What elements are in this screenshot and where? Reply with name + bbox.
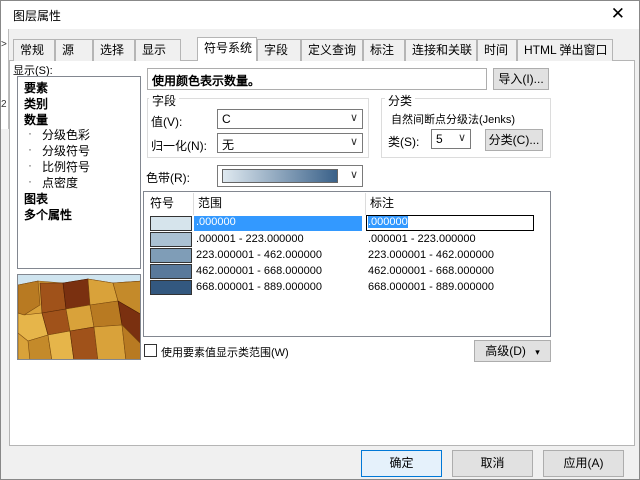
layer-properties-dialog: 图层属性 ✕ > 2 常规 源 选择 显示 符号系统 字段 定义查询 标注 连接… xyxy=(0,0,640,480)
tree-connector-icon: · xyxy=(28,126,32,140)
symbol-swatch[interactable] xyxy=(150,232,192,247)
tab-time[interactable]: 时间 xyxy=(477,39,517,61)
label-cell-text[interactable]: .000000 xyxy=(368,216,408,228)
column-header-symbol[interactable]: 符号 xyxy=(150,194,174,211)
tab-symbology[interactable]: 符号系统 xyxy=(197,37,257,62)
close-icon[interactable]: ✕ xyxy=(611,4,625,24)
title-bar: 图层属性 ✕ xyxy=(1,1,639,29)
chevron-down-icon: ∨ xyxy=(457,132,466,144)
tab-definition-query[interactable]: 定义查询 xyxy=(301,39,363,61)
renderer-tree: 要素 类别 数量 · 分级色彩 · 分级符号 · 比例符号 · 点密度 图表 多… xyxy=(17,76,141,269)
apply-button[interactable]: 应用(A) xyxy=(543,450,624,477)
value-field-select[interactable]: C ∨ xyxy=(217,109,363,129)
table-row[interactable]: 223.000001 - 462.000000 223.000001 - 462… xyxy=(144,248,550,264)
background-window-edge: > 2 xyxy=(1,29,9,129)
fields-group-label: 字段 xyxy=(149,92,180,109)
value-field-label: 值(V): xyxy=(151,115,183,129)
tree-item-categories[interactable]: 类别 xyxy=(24,95,48,112)
column-divider xyxy=(365,193,366,215)
tab-display[interactable]: 显示 xyxy=(135,39,181,61)
color-ramp-select[interactable]: ∨ xyxy=(217,165,363,187)
tab-html-popup[interactable]: HTML 弹出窗口 xyxy=(517,39,613,61)
value-field-value: C xyxy=(222,112,231,126)
tab-labels[interactable]: 标注 xyxy=(363,39,405,61)
show-class-ranges-checkbox[interactable] xyxy=(144,344,157,357)
classification-method: 自然间断点分级法(Jenks) xyxy=(391,114,516,126)
table-row[interactable]: .000001 - 223.000000 .000001 - 223.00000… xyxy=(144,232,550,248)
normalize-label: 归一化(N): xyxy=(151,139,207,153)
tree-connector-icon: · xyxy=(28,158,32,172)
symbol-swatch[interactable] xyxy=(150,264,192,279)
chevron-down-icon: ∨ xyxy=(349,169,358,181)
range-cell[interactable]: .000001 - 223.000000 xyxy=(196,233,304,245)
classification-group-label: 分类 xyxy=(385,92,416,109)
dropdown-arrow-icon: ▾ xyxy=(535,347,540,357)
tree-item-features[interactable]: 要素 xyxy=(24,79,48,96)
column-header-label[interactable]: 标注 xyxy=(370,194,394,211)
cancel-button[interactable]: 取消 xyxy=(452,450,533,477)
label-cell-editing[interactable]: .000000 xyxy=(366,215,534,231)
map-preview-graphic xyxy=(18,275,140,359)
tab-bar: 常规 源 选择 显示 符号系统 字段 定义查询 标注 连接和关联 时间 HTML… xyxy=(9,37,635,62)
import-button[interactable]: 导入(I)... xyxy=(493,68,549,90)
advanced-button[interactable]: 高级(D) ▾ xyxy=(474,340,551,362)
column-divider xyxy=(193,193,194,215)
tree-item-graduated-colors[interactable]: 分级色彩 xyxy=(42,126,90,143)
show-class-ranges-label: 使用要素值显示类范围(W) xyxy=(161,347,289,359)
range-cell[interactable]: .000000 xyxy=(194,216,362,231)
label-cell[interactable]: 223.000001 - 462.000000 xyxy=(368,249,494,261)
advanced-button-label: 高级(D) xyxy=(485,344,526,358)
ok-button[interactable]: 确定 xyxy=(361,450,442,477)
classes-value: 5 xyxy=(436,132,443,146)
tree-item-proportional-symbols[interactable]: 比例符号 xyxy=(42,158,90,175)
normalize-value: 无 xyxy=(222,138,235,152)
tree-connector-icon: · xyxy=(28,142,32,156)
label-cell[interactable]: 462.000001 - 668.000000 xyxy=(368,265,494,277)
tab-joins-relates[interactable]: 连接和关联 xyxy=(405,39,477,61)
label-cell[interactable]: 668.000001 - 889.000000 xyxy=(368,281,494,293)
window-title: 图层属性 xyxy=(13,9,62,23)
chevron-down-icon: ∨ xyxy=(349,112,358,124)
tab-fields[interactable]: 字段 xyxy=(257,39,301,61)
tab-source[interactable]: 源 xyxy=(55,39,93,61)
renderer-description: 使用颜色表示数量。 xyxy=(147,68,487,90)
tab-selection[interactable]: 选择 xyxy=(93,39,135,61)
range-cell[interactable]: 462.000001 - 668.000000 xyxy=(196,265,322,277)
table-row[interactable]: .000000 .000000 xyxy=(144,215,550,232)
column-header-range[interactable]: 范围 xyxy=(198,194,222,211)
edge-text: 2 xyxy=(1,99,7,110)
symbol-swatch[interactable] xyxy=(150,280,192,295)
classify-button[interactable]: 分类(C)... xyxy=(485,129,543,151)
table-row[interactable]: 668.000001 - 889.000000 668.000001 - 889… xyxy=(144,280,550,296)
class-table: 符号 范围 标注 .000000 .000000 .000001 - 223.0… xyxy=(143,191,551,337)
tree-item-dot-density[interactable]: 点密度 xyxy=(42,174,78,191)
tree-connector-icon: · xyxy=(28,174,32,188)
table-row[interactable]: 462.000001 - 668.000000 462.000001 - 668… xyxy=(144,264,550,280)
classes-select[interactable]: 5 ∨ xyxy=(431,129,471,149)
color-ramp-swatch xyxy=(222,169,338,183)
symbol-swatch[interactable] xyxy=(150,248,192,263)
chevron-down-icon: ∨ xyxy=(349,136,358,148)
range-cell[interactable]: 668.000001 - 889.000000 xyxy=(196,281,322,293)
label-cell[interactable]: .000001 - 223.000000 xyxy=(368,233,476,245)
map-preview-image xyxy=(17,274,141,360)
symbol-swatch[interactable] xyxy=(150,216,192,231)
edge-glyph: > xyxy=(1,39,7,50)
tab-general[interactable]: 常规 xyxy=(13,39,55,61)
normalize-select[interactable]: 无 ∨ xyxy=(217,133,363,153)
range-cell[interactable]: 223.000001 - 462.000000 xyxy=(196,249,322,261)
tree-item-charts[interactable]: 图表 xyxy=(24,190,48,207)
color-ramp-label: 色带(R): xyxy=(146,171,190,185)
classes-label: 类(S): xyxy=(388,135,420,149)
tree-item-multiple-attributes[interactable]: 多个属性 xyxy=(24,206,72,223)
tree-item-graduated-symbols[interactable]: 分级符号 xyxy=(42,142,90,159)
